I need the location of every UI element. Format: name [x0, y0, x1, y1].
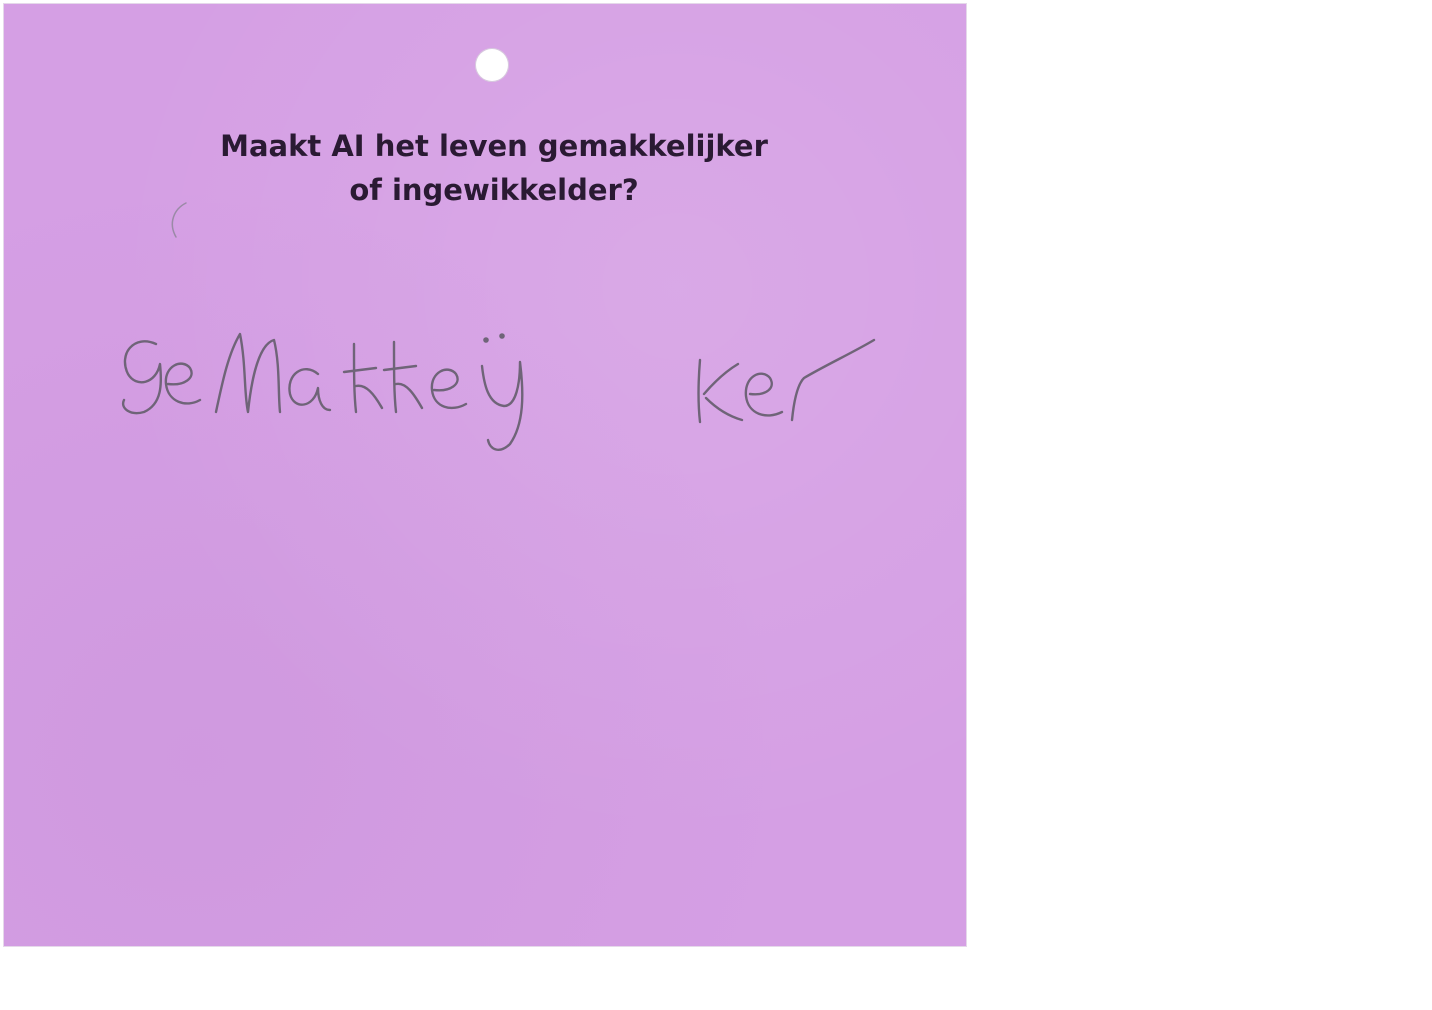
question-line-1: Maakt AI het leven gemakkelijker: [220, 129, 768, 163]
handwritten-answer: [104, 304, 964, 464]
punch-hole: [475, 48, 509, 82]
card-question: Maakt AI het leven gemakkelijker of inge…: [164, 124, 824, 212]
question-line-2: of ingewikkelder?: [349, 173, 639, 207]
handwriting-drawing: [121, 332, 876, 451]
question-card: Maakt AI het leven gemakkelijker of inge…: [4, 4, 966, 946]
stray-pen-mark: [164, 199, 194, 244]
